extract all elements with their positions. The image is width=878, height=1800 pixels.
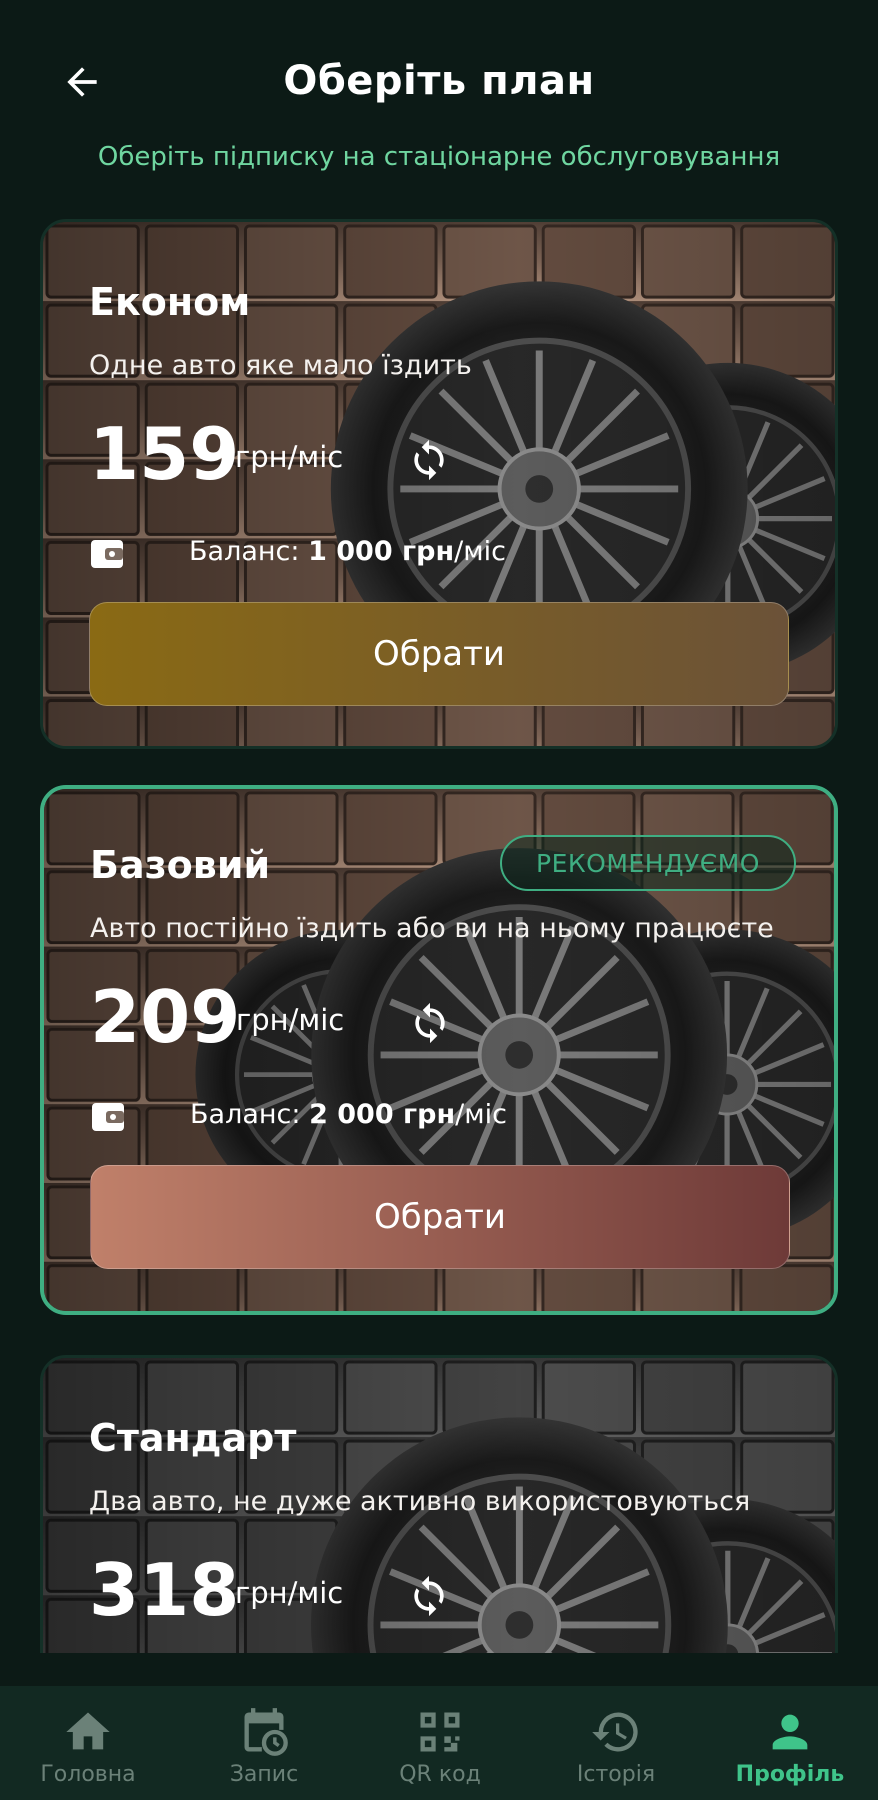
price-unit: грн/міс bbox=[235, 440, 344, 474]
plan-name: Стандарт bbox=[89, 1416, 297, 1460]
plan-name: Базовий bbox=[90, 843, 271, 887]
plan-description: Одне авто яке мало їздить bbox=[89, 350, 472, 381]
page-subtitle: Оберіть підписку на стаціонарне обслугов… bbox=[97, 142, 781, 172]
balance-label: Баланс: bbox=[189, 536, 300, 567]
plan-price: 209 bbox=[90, 975, 241, 1059]
balance-suffix: /міс bbox=[454, 536, 506, 567]
bottom-navigation: Головна Запис QR код Історія Профіль bbox=[0, 1686, 878, 1800]
wallet-icon bbox=[91, 540, 123, 568]
balance-label: Баланс: bbox=[190, 1099, 301, 1130]
nav-label: Історія bbox=[576, 1762, 656, 1787]
nav-label: Профіль bbox=[735, 1762, 845, 1787]
nav-item-home[interactable]: Головна bbox=[0, 1686, 176, 1800]
plan-card-standard: Стандарт Два авто, не дуже активно викор… bbox=[40, 1355, 838, 1653]
plan-description: Два авто, не дуже активно використовують… bbox=[89, 1486, 751, 1517]
balance-amount: 2 000 грн bbox=[309, 1099, 456, 1130]
nav-item-appointment[interactable]: Запис bbox=[176, 1686, 352, 1800]
nav-item-profile[interactable]: Профіль bbox=[702, 1686, 878, 1800]
plan-card-basic: Базовий РЕКОМЕНДУЄМО Авто постійно їздит… bbox=[40, 785, 838, 1315]
plans-list[interactable]: Економ Одне авто яке мало їздить 159 грн… bbox=[0, 215, 878, 1653]
price-unit: грн/міс bbox=[236, 1003, 345, 1037]
select-plan-button[interactable]: Обрати bbox=[89, 602, 789, 706]
home-icon bbox=[66, 1712, 110, 1750]
plan-name: Економ bbox=[89, 280, 251, 324]
calendar-icon bbox=[244, 1708, 288, 1756]
history-icon bbox=[592, 1712, 638, 1752]
balance-suffix: /міс bbox=[455, 1099, 507, 1130]
select-plan-button[interactable]: Обрати bbox=[90, 1165, 790, 1269]
nav-label: Запис bbox=[229, 1762, 299, 1787]
renew-icon bbox=[414, 439, 444, 481]
wallet-icon bbox=[92, 1103, 124, 1131]
nav-label: QR код bbox=[399, 1762, 481, 1787]
nav-label: Головна bbox=[40, 1762, 136, 1787]
page-title: Оберіть план bbox=[283, 58, 595, 104]
plan-price: 159 bbox=[89, 412, 240, 496]
plan-price: 318 bbox=[89, 1548, 240, 1632]
renew-icon bbox=[415, 1002, 445, 1044]
qr-code-icon bbox=[420, 1712, 460, 1752]
plan-card-econom: Економ Одне авто яке мало їздить 159 грн… bbox=[40, 219, 838, 749]
balance-amount: 1 000 грн bbox=[308, 536, 455, 567]
plan-description: Авто постійно їздить або ви на ньому пра… bbox=[90, 913, 774, 944]
header: Оберіть план Оберіть підписку на стаціон… bbox=[0, 0, 878, 175]
price-unit: грн/міс bbox=[235, 1576, 344, 1610]
recommended-badge: РЕКОМЕНДУЄМО bbox=[500, 835, 796, 891]
nav-item-history[interactable]: Історія bbox=[528, 1686, 704, 1800]
renew-icon bbox=[414, 1575, 444, 1617]
profile-icon bbox=[772, 1714, 808, 1750]
nav-item-qr[interactable]: QR код bbox=[352, 1686, 528, 1800]
